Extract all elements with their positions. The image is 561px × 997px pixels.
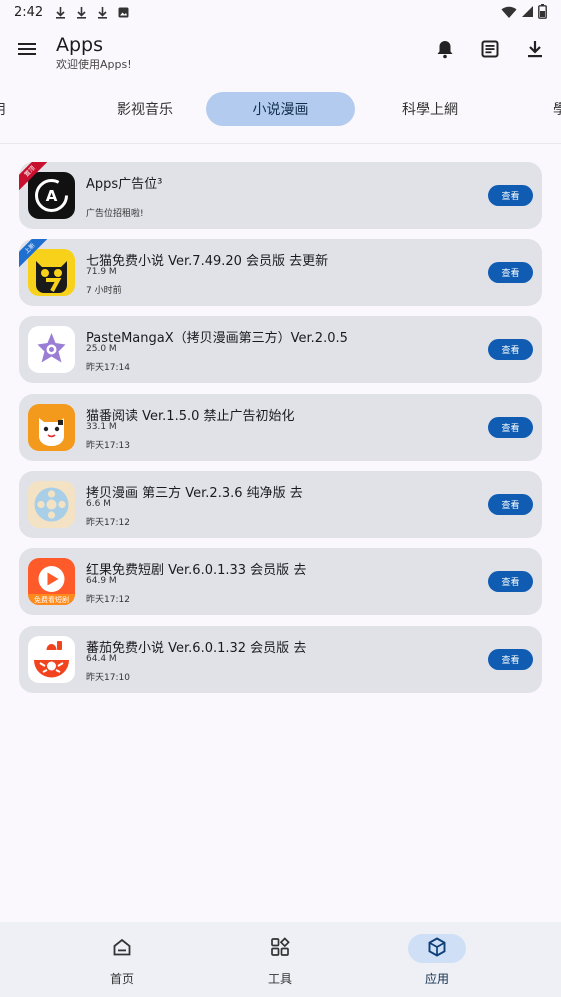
app-date: 昨天17:13 <box>86 441 130 451</box>
nav-home-label: 首页 <box>109 972 134 986</box>
downloads-button[interactable] <box>523 39 547 63</box>
app-size: 33.1 M <box>86 422 117 432</box>
app-size: 71.9 M <box>86 267 117 277</box>
app-subtitle: 欢迎使用Apps! <box>56 58 132 71</box>
image-icon <box>118 6 129 19</box>
app-name: 红果免费短剧 Ver.6.0.1.33 会员版 去 <box>86 563 307 578</box>
notes-icon <box>481 40 499 62</box>
signal-icon <box>521 5 534 22</box>
pastemanga-star-icon <box>28 326 75 373</box>
tab-novel-comic[interactable]: 小说漫画 <box>206 92 355 126</box>
app-name: PasteMangaX（拷贝漫画第三方）Ver.2.0.5 <box>86 331 348 346</box>
top-app-bar: Apps 欢迎使用Apps! <box>0 26 561 82</box>
app-date: 昨天17:14 <box>86 363 130 373</box>
app-card[interactable]: 上新 七猫免费小说 Ver.7.49.20 会员版 去更新 71.9 M 7 小… <box>19 239 542 306</box>
maofan-cat-icon <box>28 404 75 451</box>
status-right <box>501 4 547 23</box>
view-button[interactable]: 查看 <box>488 649 533 670</box>
app-description: 广告位招租啦! <box>86 209 144 219</box>
app-list: A 置顶 Apps广告位³ 广告位招租啦! 查看 上新 七猫免费小说 Ver.7… <box>0 144 561 922</box>
wifi-icon <box>501 5 517 23</box>
app-name: 蕃茄免费小说 Ver.6.0.1.32 会员版 去 <box>86 641 307 656</box>
view-button[interactable]: 查看 <box>488 571 533 592</box>
app-size: 25.0 M <box>86 344 117 354</box>
nav-tools-pill <box>251 934 309 963</box>
qimao-cat-icon <box>28 249 75 296</box>
nav-apps-pill <box>408 934 466 963</box>
app-date: 7 小时前 <box>86 286 122 296</box>
notes-button[interactable] <box>478 39 502 63</box>
app-date: 昨天17:12 <box>86 518 130 528</box>
tab-apps-partial[interactable]: 用 <box>0 92 8 126</box>
home-icon <box>112 937 132 961</box>
battery-icon <box>538 4 547 23</box>
app-date: 昨天17:10 <box>86 673 130 683</box>
status-time: 2:42 <box>14 4 44 20</box>
status-bar: 2:42 <box>0 0 561 24</box>
app-name: Apps广告位³ <box>86 177 163 192</box>
app-card[interactable]: 蕃茄免费小说 Ver.6.0.1.32 会员版 去 64.4 M 昨天17:10… <box>19 626 542 693</box>
download-icon <box>55 6 66 19</box>
app-card[interactable]: PasteMangaX（拷贝漫画第三方）Ver.2.0.5 25.0 M 昨天1… <box>19 316 542 383</box>
nav-home[interactable]: 首页 <box>93 932 173 992</box>
download-icon <box>97 6 108 19</box>
nav-home-pill <box>93 934 151 963</box>
app-card[interactable]: A 置顶 Apps广告位³ 广告位招租啦! 查看 <box>19 162 542 229</box>
app-name: 拷贝漫画 第三方 Ver.2.3.6 纯净版 去 <box>86 486 303 501</box>
app-size: 64.4 M <box>86 654 117 664</box>
app-title: Apps <box>56 34 104 56</box>
download-icon <box>76 6 87 19</box>
category-tabs: 用 影视音乐 小说漫画 科學上網 學 <box>0 90 561 130</box>
notifications-button[interactable] <box>433 39 457 63</box>
app-card[interactable]: 猫番阅读 Ver.1.5.0 禁止广告初始化 33.1 M 昨天17:13 查看 <box>19 394 542 461</box>
view-button[interactable]: 查看 <box>488 494 533 515</box>
tab-film-music[interactable]: 影视音乐 <box>81 92 209 126</box>
app-name: 七猫免费小说 Ver.7.49.20 会员版 去更新 <box>86 254 329 269</box>
app-card[interactable]: 拷贝漫画 第三方 Ver.2.3.6 纯净版 去 6.6 M 昨天17:12 查… <box>19 471 542 538</box>
copymanga-reel-icon <box>28 481 75 528</box>
nav-apps[interactable]: 应用 <box>408 932 488 992</box>
nav-tools[interactable]: 工具 <box>251 932 331 992</box>
download-icon <box>527 40 543 62</box>
view-button[interactable]: 查看 <box>488 185 533 206</box>
apps-ad-icon: A <box>28 172 75 219</box>
apps-cube-icon <box>427 936 447 961</box>
icon-caption: 免费看短剧 <box>34 596 69 604</box>
hongguo-play-icon: 免费看短剧 <box>28 558 75 605</box>
bell-icon <box>436 39 454 63</box>
app-name: 猫番阅读 Ver.1.5.0 禁止广告初始化 <box>86 409 295 424</box>
hamburger-menu-icon <box>17 41 37 61</box>
nav-tools-label: 工具 <box>267 972 292 986</box>
view-button[interactable]: 查看 <box>488 339 533 360</box>
view-button[interactable]: 查看 <box>488 417 533 438</box>
app-card[interactable]: 免费看短剧 红果免费短剧 Ver.6.0.1.33 会员版 去 64.9 M 昨… <box>19 548 542 615</box>
app-size: 64.9 M <box>86 576 117 586</box>
fanqie-tomato-icon <box>28 636 75 683</box>
menu-button[interactable] <box>14 38 40 64</box>
bottom-navigation: 首页 工具 应用 <box>0 922 561 997</box>
nav-apps-label: 应用 <box>424 972 449 986</box>
svg-text:A: A <box>46 187 58 205</box>
view-button[interactable]: 查看 <box>488 262 533 283</box>
tab-science-internet[interactable]: 科學上網 <box>366 92 494 126</box>
app-size: 6.6 M <box>86 499 111 509</box>
tab-study-partial[interactable]: 學 <box>549 92 561 126</box>
tools-grid-icon <box>270 936 290 961</box>
app-bar-actions <box>433 39 547 63</box>
app-date: 昨天17:12 <box>86 595 130 605</box>
title-block: Apps 欢迎使用Apps! <box>56 34 132 72</box>
